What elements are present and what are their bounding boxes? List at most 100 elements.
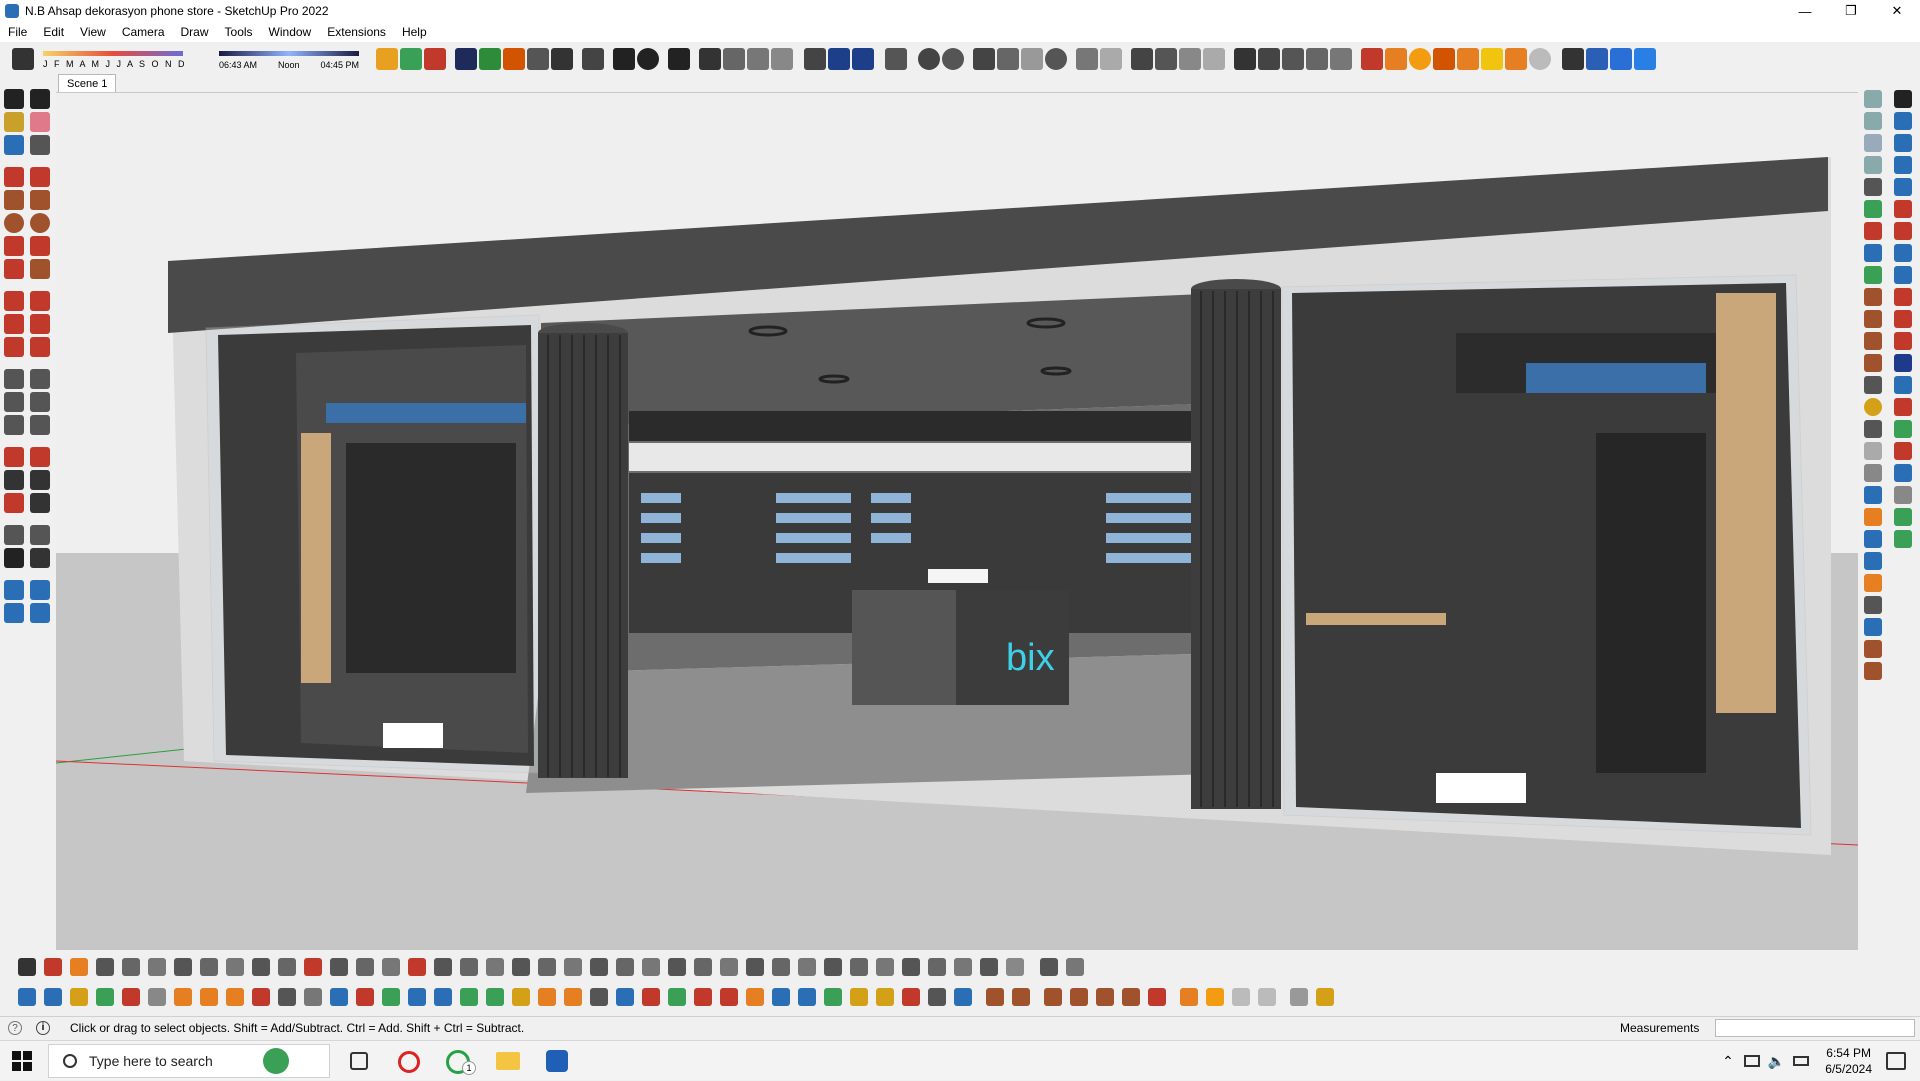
front-view-icon[interactable] [1179,48,1201,70]
extension-tool-13-icon[interactable] [1864,486,1882,504]
walk-tool-icon[interactable] [4,548,24,568]
bottom-tool-34-icon[interactable] [876,958,894,976]
rectangle-tool-icon[interactable] [4,190,24,210]
bottom-tool-36-icon[interactable] [928,958,946,976]
instructor-info-icon[interactable]: i [36,1020,50,1035]
minimize-button[interactable]: — [1782,0,1828,22]
measurements-input[interactable] [1715,1019,1915,1037]
tape-measure-icon[interactable] [4,369,24,389]
extension-tool-14-icon[interactable] [1864,508,1882,526]
measure-icon[interactable] [1076,48,1098,70]
bottom-tool-16-icon[interactable] [408,958,426,976]
paint-tool-icon[interactable] [4,112,24,132]
extension-tool-17-icon[interactable] [1864,574,1882,592]
wireframe-icon[interactable] [1258,48,1280,70]
cloud-icon[interactable] [551,48,573,70]
shape-extension-10-icon[interactable] [1894,530,1912,548]
shape-extension-5-icon[interactable] [1894,420,1912,438]
orbit-tool-icon[interactable] [4,447,24,467]
bottom-tool-13-icon[interactable] [330,958,348,976]
style-tool-6-icon[interactable] [1864,200,1882,218]
bottom-tool-49-icon[interactable] [200,988,218,1006]
menu-extensions[interactable]: Extensions [319,25,394,39]
extension-tool-8-icon[interactable] [1864,376,1882,394]
bottom-tool-29-icon[interactable] [746,958,764,976]
bottom-tool-85-icon[interactable] [1148,988,1166,1006]
bottom-tool-75-icon[interactable] [876,988,894,1006]
bottom-tool-72-icon[interactable] [798,988,816,1006]
menu-camera[interactable]: Camera [114,25,173,39]
bottom-tool-59-icon[interactable] [460,988,478,1006]
move-view-icon[interactable] [1562,48,1584,70]
bottom-tool-74-icon[interactable] [850,988,868,1006]
radial-icon[interactable] [1529,48,1551,70]
two-point-arc-icon[interactable] [30,236,50,256]
bottom-tool-77-icon[interactable] [928,988,946,1006]
menu-edit[interactable]: Edit [35,25,72,39]
eraser-tool-icon[interactable] [30,112,50,132]
maximize-button[interactable]: ❐ [1828,0,1874,22]
shape-extension-7-icon[interactable] [1894,464,1912,482]
dimension-tool-icon[interactable] [30,369,50,389]
zoom-tool-icon[interactable] [4,470,24,490]
bottom-tool-27-icon[interactable] [694,958,712,976]
solid-tools-icon[interactable] [918,48,940,70]
shadows-toggle-icon[interactable] [12,48,34,70]
bottom-tool-30-icon[interactable] [772,958,790,976]
extension-tool-11-icon[interactable] [1864,442,1882,460]
sketchup-taskbar-icon[interactable] [546,1050,568,1072]
offset-tool-icon[interactable] [30,337,50,357]
select-tool-icon[interactable] [4,89,24,109]
bottom-tool-62-icon[interactable] [538,988,556,1006]
section-fill-icon[interactable] [30,580,50,600]
curve-icon[interactable] [1505,48,1527,70]
bottom-tool-1-icon[interactable] [18,958,36,976]
style-tool-4-icon[interactable] [1864,156,1882,174]
bottom-tool-65-icon[interactable] [616,988,634,1006]
bottom-tool-78-icon[interactable] [954,988,972,1006]
bottom-tool-7-icon[interactable] [174,958,192,976]
axes-tool-icon[interactable] [4,415,24,435]
zoom-window-icon[interactable] [30,470,50,490]
tag-tool-icon[interactable] [30,135,50,155]
extension-tool-20-icon[interactable] [1864,640,1882,658]
text-tool-icon[interactable] [30,392,50,412]
bottom-tool-3-icon[interactable] [70,958,88,976]
bottom-tool-10-icon[interactable] [252,958,270,976]
bottom-tool-53-icon[interactable] [304,988,322,1006]
pan-icon[interactable] [997,48,1019,70]
component-icon[interactable] [4,135,24,155]
hidden-line-icon[interactable] [1282,48,1304,70]
display-sections-icon[interactable] [4,603,24,623]
draw-extension-5-icon[interactable] [1894,200,1912,218]
bottom-tool-76-icon[interactable] [902,988,920,1006]
style-tool-2-icon[interactable] [1864,112,1882,130]
draw-extension-6-icon[interactable] [1894,222,1912,240]
bottom-tool-69-icon[interactable] [720,988,738,1006]
bottom-tool-86-icon[interactable] [1180,988,1198,1006]
geo-location-icon[interactable]: ? [8,1021,22,1035]
bottom-tool-55-icon[interactable] [356,988,374,1006]
shaded-icon[interactable] [1306,48,1328,70]
bottom-tool-57-icon[interactable] [408,988,426,1006]
bottom-tool-37-icon[interactable] [954,958,972,976]
refresh-icon[interactable] [400,48,422,70]
bottom-tool-73-icon[interactable] [824,988,842,1006]
axes-icon[interactable] [1457,48,1479,70]
bottom-tool-40-icon[interactable] [1040,958,1058,976]
extension-tool-5-icon[interactable] [1864,310,1882,328]
vray-interactive-icon[interactable] [1634,48,1656,70]
look-tool-icon[interactable] [30,548,50,568]
notifications-icon[interactable] [1886,1052,1906,1070]
checker-icon[interactable] [527,48,549,70]
info-icon[interactable] [637,48,659,70]
rotated-rect-icon[interactable] [30,190,50,210]
style-tool-3-icon[interactable] [1864,134,1882,152]
draw-extension-8-icon[interactable] [1894,266,1912,284]
vray-icon[interactable] [1586,48,1608,70]
file-explorer-icon[interactable] [496,1052,520,1070]
push-pull-icon[interactable] [30,291,50,311]
extension-tool-3-icon[interactable] [1864,266,1882,284]
sun-icon[interactable] [1481,48,1503,70]
bottom-tool-71-icon[interactable] [772,988,790,1006]
